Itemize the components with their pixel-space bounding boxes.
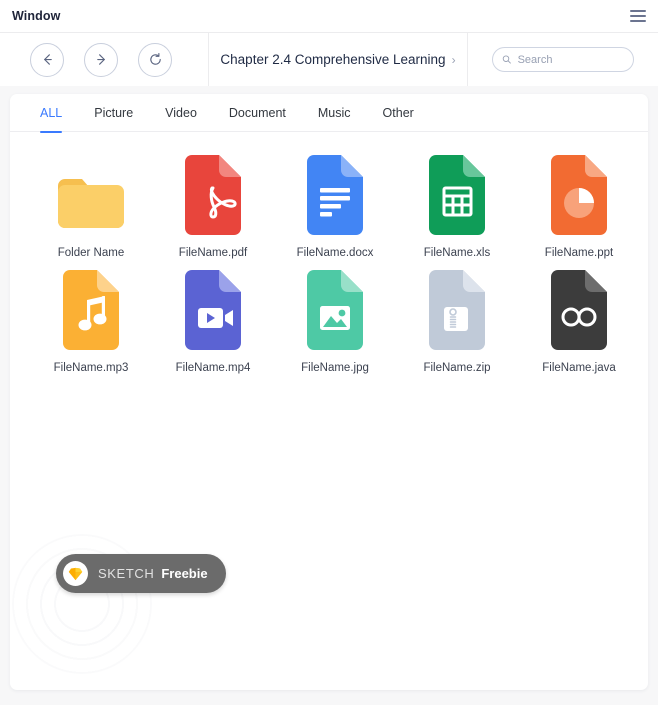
tab-music[interactable]: Music	[318, 94, 351, 132]
arrow-right-icon	[96, 54, 105, 65]
window-title: Window	[12, 9, 61, 23]
file-item-folder[interactable]: Folder Name	[30, 154, 152, 259]
file-browser-card: ALL Picture Video Document Music Other F…	[10, 94, 648, 690]
hamburger-menu-icon[interactable]	[630, 10, 646, 22]
mp3-file-icon	[63, 270, 119, 350]
hamburger-line	[630, 20, 646, 22]
icon-slot	[423, 269, 491, 351]
sketch-diamond-icon	[68, 567, 83, 580]
file-item-xls[interactable]: FileName.xls	[396, 154, 518, 259]
file-label: FileName.zip	[423, 362, 491, 374]
file-label: FileName.pdf	[178, 247, 248, 259]
tab-other[interactable]: Other	[383, 94, 414, 132]
file-item-mp3[interactable]: FileName.mp3	[30, 269, 152, 374]
icon-slot	[301, 154, 369, 236]
file-label: FileName.jpg	[301, 362, 369, 374]
tab-all[interactable]: ALL	[40, 94, 63, 133]
file-grid: Folder Name FileName.pdf FileName.docx F…	[10, 132, 648, 674]
toolbar: Chapter 2.4 Comprehensive Learning ›	[0, 33, 658, 86]
chevron-right-icon: ›	[451, 52, 456, 67]
file-label: FileName.docx	[296, 247, 374, 259]
breadcrumb[interactable]: Chapter 2.4 Comprehensive Learning ›	[209, 33, 468, 86]
file-item-java[interactable]: FileName.java	[518, 269, 640, 374]
hamburger-line	[630, 15, 646, 17]
file-label: FileName.java	[542, 362, 616, 374]
navigation-buttons	[0, 33, 209, 86]
file-item-ppt[interactable]: FileName.ppt	[518, 154, 640, 259]
search-area	[468, 33, 658, 86]
icon-slot	[56, 154, 126, 236]
breadcrumb-label: Chapter 2.4 Comprehensive Learning	[220, 52, 446, 67]
icon-slot	[179, 154, 247, 236]
forward-button[interactable]	[84, 42, 118, 77]
sketch-badge-kind: Freebie	[161, 566, 208, 581]
pdf-file-icon	[185, 155, 241, 235]
refresh-icon	[149, 52, 161, 65]
file-item-jpg[interactable]: FileName.jpg	[274, 269, 396, 374]
jpg-file-icon	[307, 270, 363, 350]
icon-slot	[545, 269, 613, 351]
refresh-button[interactable]	[138, 42, 172, 77]
file-label: FileName.xls	[423, 247, 491, 259]
icon-slot	[423, 154, 491, 236]
file-label: FileName.ppt	[544, 247, 614, 259]
file-item-zip[interactable]: FileName.zip	[396, 269, 518, 374]
icon-slot	[545, 154, 613, 236]
java-file-icon	[551, 270, 607, 350]
tab-video[interactable]: Video	[165, 94, 197, 132]
back-button[interactable]	[30, 42, 64, 77]
xls-file-icon	[429, 155, 485, 235]
file-label: Folder Name	[57, 247, 125, 259]
zip-file-icon	[429, 270, 485, 350]
search-box[interactable]	[492, 47, 634, 72]
icon-slot	[179, 269, 247, 351]
tab-picture[interactable]: Picture	[94, 94, 133, 132]
icon-slot	[57, 269, 125, 351]
sketch-badge-text: SKETCH Freebie	[98, 566, 208, 581]
window-titlebar: Window	[0, 0, 658, 33]
folder-icon	[58, 179, 124, 228]
file-item-mp4[interactable]: FileName.mp4	[152, 269, 274, 374]
tab-document[interactable]: Document	[229, 94, 286, 132]
filter-tabs: ALL Picture Video Document Music Other	[10, 94, 648, 133]
file-label: FileName.mp4	[175, 362, 251, 374]
sketch-badge-name: SKETCH	[98, 566, 155, 581]
icon-slot	[301, 269, 369, 351]
file-row: Folder Name FileName.pdf FileName.docx F…	[10, 154, 648, 259]
docx-file-icon	[307, 155, 363, 235]
file-item-pdf[interactable]: FileName.pdf	[152, 154, 274, 259]
file-item-docx[interactable]: FileName.docx	[274, 154, 396, 259]
search-input[interactable]	[517, 53, 624, 66]
mp4-file-icon	[185, 270, 241, 350]
hamburger-line	[630, 10, 646, 12]
search-icon	[502, 55, 511, 64]
ppt-file-icon	[551, 155, 607, 235]
file-label: FileName.mp3	[53, 362, 129, 374]
arrow-left-icon	[43, 54, 52, 65]
file-row: FileName.mp3 FileName.mp4 FileName.jpg F…	[10, 269, 648, 374]
sketch-freebie-badge: SKETCH Freebie	[56, 554, 226, 593]
sketch-logo	[63, 561, 88, 586]
